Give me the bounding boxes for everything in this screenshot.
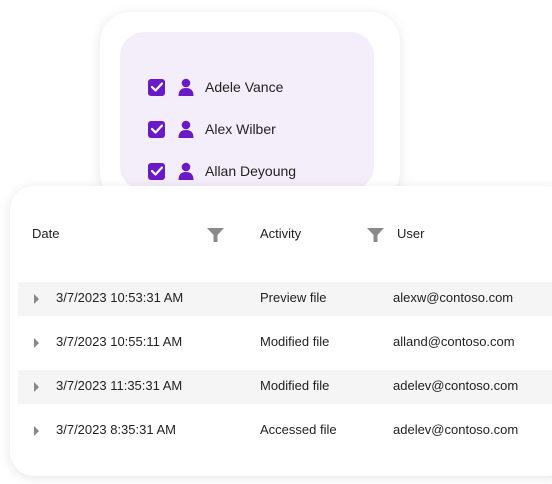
column-header-user[interactable]: User (397, 226, 424, 241)
cell-user: adelev@contoso.com (393, 378, 519, 393)
funnel-icon[interactable] (207, 228, 224, 242)
table-row[interactable]: 3/7/2023 11:35:31 AM Modified file adele… (18, 370, 552, 404)
person-icon (178, 162, 194, 180)
column-header-date[interactable]: Date (32, 226, 59, 241)
user-filter-popover: Adele Vance Alex Wilber Allan Deyoung (100, 12, 400, 202)
checkbox-checked-icon[interactable] (148, 120, 165, 138)
cell-user: alland@contoso.com (393, 334, 515, 349)
column-header-activity[interactable]: Activity (260, 226, 301, 241)
funnel-icon[interactable] (367, 228, 384, 242)
cell-activity: Modified file (260, 378, 330, 393)
caret-right-icon[interactable] (34, 426, 39, 436)
cell-date: 3/7/2023 11:35:31 AM (56, 378, 183, 393)
checkbox-checked-icon[interactable] (148, 78, 165, 96)
caret-right-icon[interactable] (34, 338, 39, 348)
user-filter-label: Adele Vance (205, 79, 284, 95)
cell-date: 3/7/2023 10:55:11 AM (56, 334, 183, 349)
checkbox-checked-icon[interactable] (148, 162, 165, 180)
user-filter-list: Adele Vance Alex Wilber Allan Deyoung (120, 32, 374, 190)
cell-activity: Modified file (260, 334, 330, 349)
cell-date: 3/7/2023 10:53:31 AM (56, 290, 184, 305)
user-filter-item-allan[interactable]: Allan Deyoung (148, 160, 296, 182)
caret-right-icon[interactable] (34, 294, 39, 304)
caret-right-icon[interactable] (34, 382, 39, 392)
table-row[interactable]: 3/7/2023 8:35:31 AM Accessed file adelev… (18, 414, 552, 448)
cell-activity: Preview file (260, 290, 327, 305)
user-filter-label: Alex Wilber (205, 121, 276, 137)
user-filter-item-alex[interactable]: Alex Wilber (148, 118, 276, 140)
cell-date: 3/7/2023 8:35:31 AM (56, 422, 176, 437)
table-row[interactable]: 3/7/2023 10:53:31 AM Preview file alexw@… (18, 282, 552, 316)
person-icon (178, 120, 194, 138)
person-icon (178, 78, 194, 96)
cell-user: adelev@contoso.com (393, 422, 519, 437)
table-row[interactable]: 3/7/2023 10:55:11 AM Modified file allan… (18, 326, 552, 360)
cell-user: alexw@contoso.com (393, 290, 514, 305)
user-filter-label: Allan Deyoung (205, 163, 297, 179)
cell-activity: Accessed file (260, 422, 337, 437)
user-filter-item-adele[interactable]: Adele Vance (148, 76, 283, 98)
